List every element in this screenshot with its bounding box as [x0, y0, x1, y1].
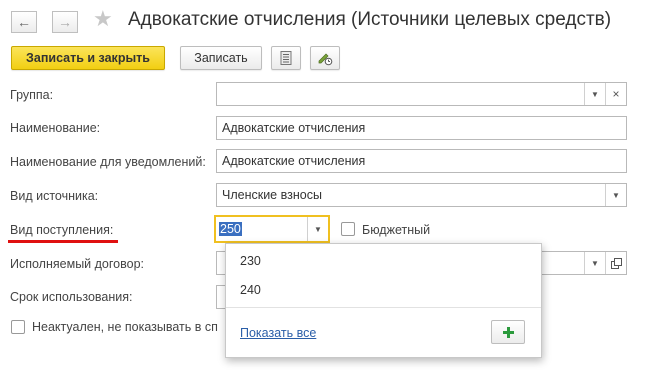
open-icon — [610, 257, 622, 269]
edit-settings-button[interactable] — [310, 46, 340, 70]
contract-open-button[interactable] — [605, 252, 626, 274]
name-field[interactable]: Адвокатские отчисления — [216, 116, 627, 140]
save-button[interactable]: Записать — [180, 46, 262, 70]
source-type-field[interactable]: Членские взносы ▼ — [216, 183, 627, 207]
dropdown-option[interactable]: 230 — [240, 254, 261, 268]
arrow-right-icon: → — [58, 14, 72, 30]
report-button[interactable] — [271, 46, 301, 70]
receipt-type-value: 250 — [219, 222, 242, 236]
source-type-dropdown-button[interactable]: ▼ — [605, 184, 626, 206]
arrow-left-icon: ← — [17, 14, 31, 30]
chevron-down-icon: ▼ — [612, 190, 620, 200]
chevron-down-icon: ▼ — [314, 224, 322, 234]
add-button[interactable] — [491, 320, 525, 344]
receipt-type-dropdown: 230 240 Показать все — [225, 243, 542, 358]
star-icon[interactable]: ★ — [93, 7, 113, 31]
receipt-type-dropdown-button[interactable]: ▼ — [307, 217, 328, 241]
group-field[interactable]: ▼ × — [216, 82, 627, 106]
budget-label: Бюджетный — [362, 223, 431, 237]
receipt-type-field[interactable]: 250 ▼ — [214, 215, 330, 243]
budget-checkbox[interactable] — [341, 222, 355, 236]
forward-button[interactable]: → — [52, 11, 78, 33]
group-clear-button[interactable]: × — [605, 83, 626, 105]
show-all-link[interactable]: Показать все — [240, 326, 316, 340]
back-button[interactable]: ← — [11, 11, 37, 33]
edit-settings-icon — [318, 53, 333, 66]
save-and-close-button[interactable]: Записать и закрыть — [11, 46, 165, 70]
contract-dropdown-button[interactable]: ▼ — [584, 252, 605, 274]
source-type-value: Членские взносы — [222, 188, 322, 202]
document-list-icon — [280, 51, 292, 65]
notify-name-field[interactable]: Адвокатские отчисления — [216, 149, 627, 173]
page-title: Адвокатские отчисления (Источники целевы… — [128, 9, 612, 30]
name-label: Наименование: — [10, 121, 101, 135]
close-icon: × — [612, 87, 620, 101]
dropdown-divider — [226, 307, 541, 308]
dropdown-option[interactable]: 240 — [240, 283, 261, 297]
source-type-label: Вид источника: — [10, 189, 99, 203]
group-label: Группа: — [10, 88, 54, 102]
inactive-label: Неактуален, не показывать в сп — [32, 320, 218, 334]
usage-term-label: Срок использования: — [10, 290, 133, 304]
receipt-type-label: Вид поступления: — [10, 223, 114, 237]
contract-label: Исполняемый договор: — [10, 257, 144, 271]
notify-name-label: Наименование для уведомлений: — [10, 155, 206, 169]
annotation-underline — [8, 240, 118, 243]
chevron-down-icon: ▼ — [591, 89, 599, 99]
group-dropdown-button[interactable]: ▼ — [584, 83, 605, 105]
chevron-down-icon: ▼ — [591, 258, 599, 268]
plus-icon — [502, 326, 514, 338]
inactive-checkbox[interactable] — [11, 320, 25, 334]
